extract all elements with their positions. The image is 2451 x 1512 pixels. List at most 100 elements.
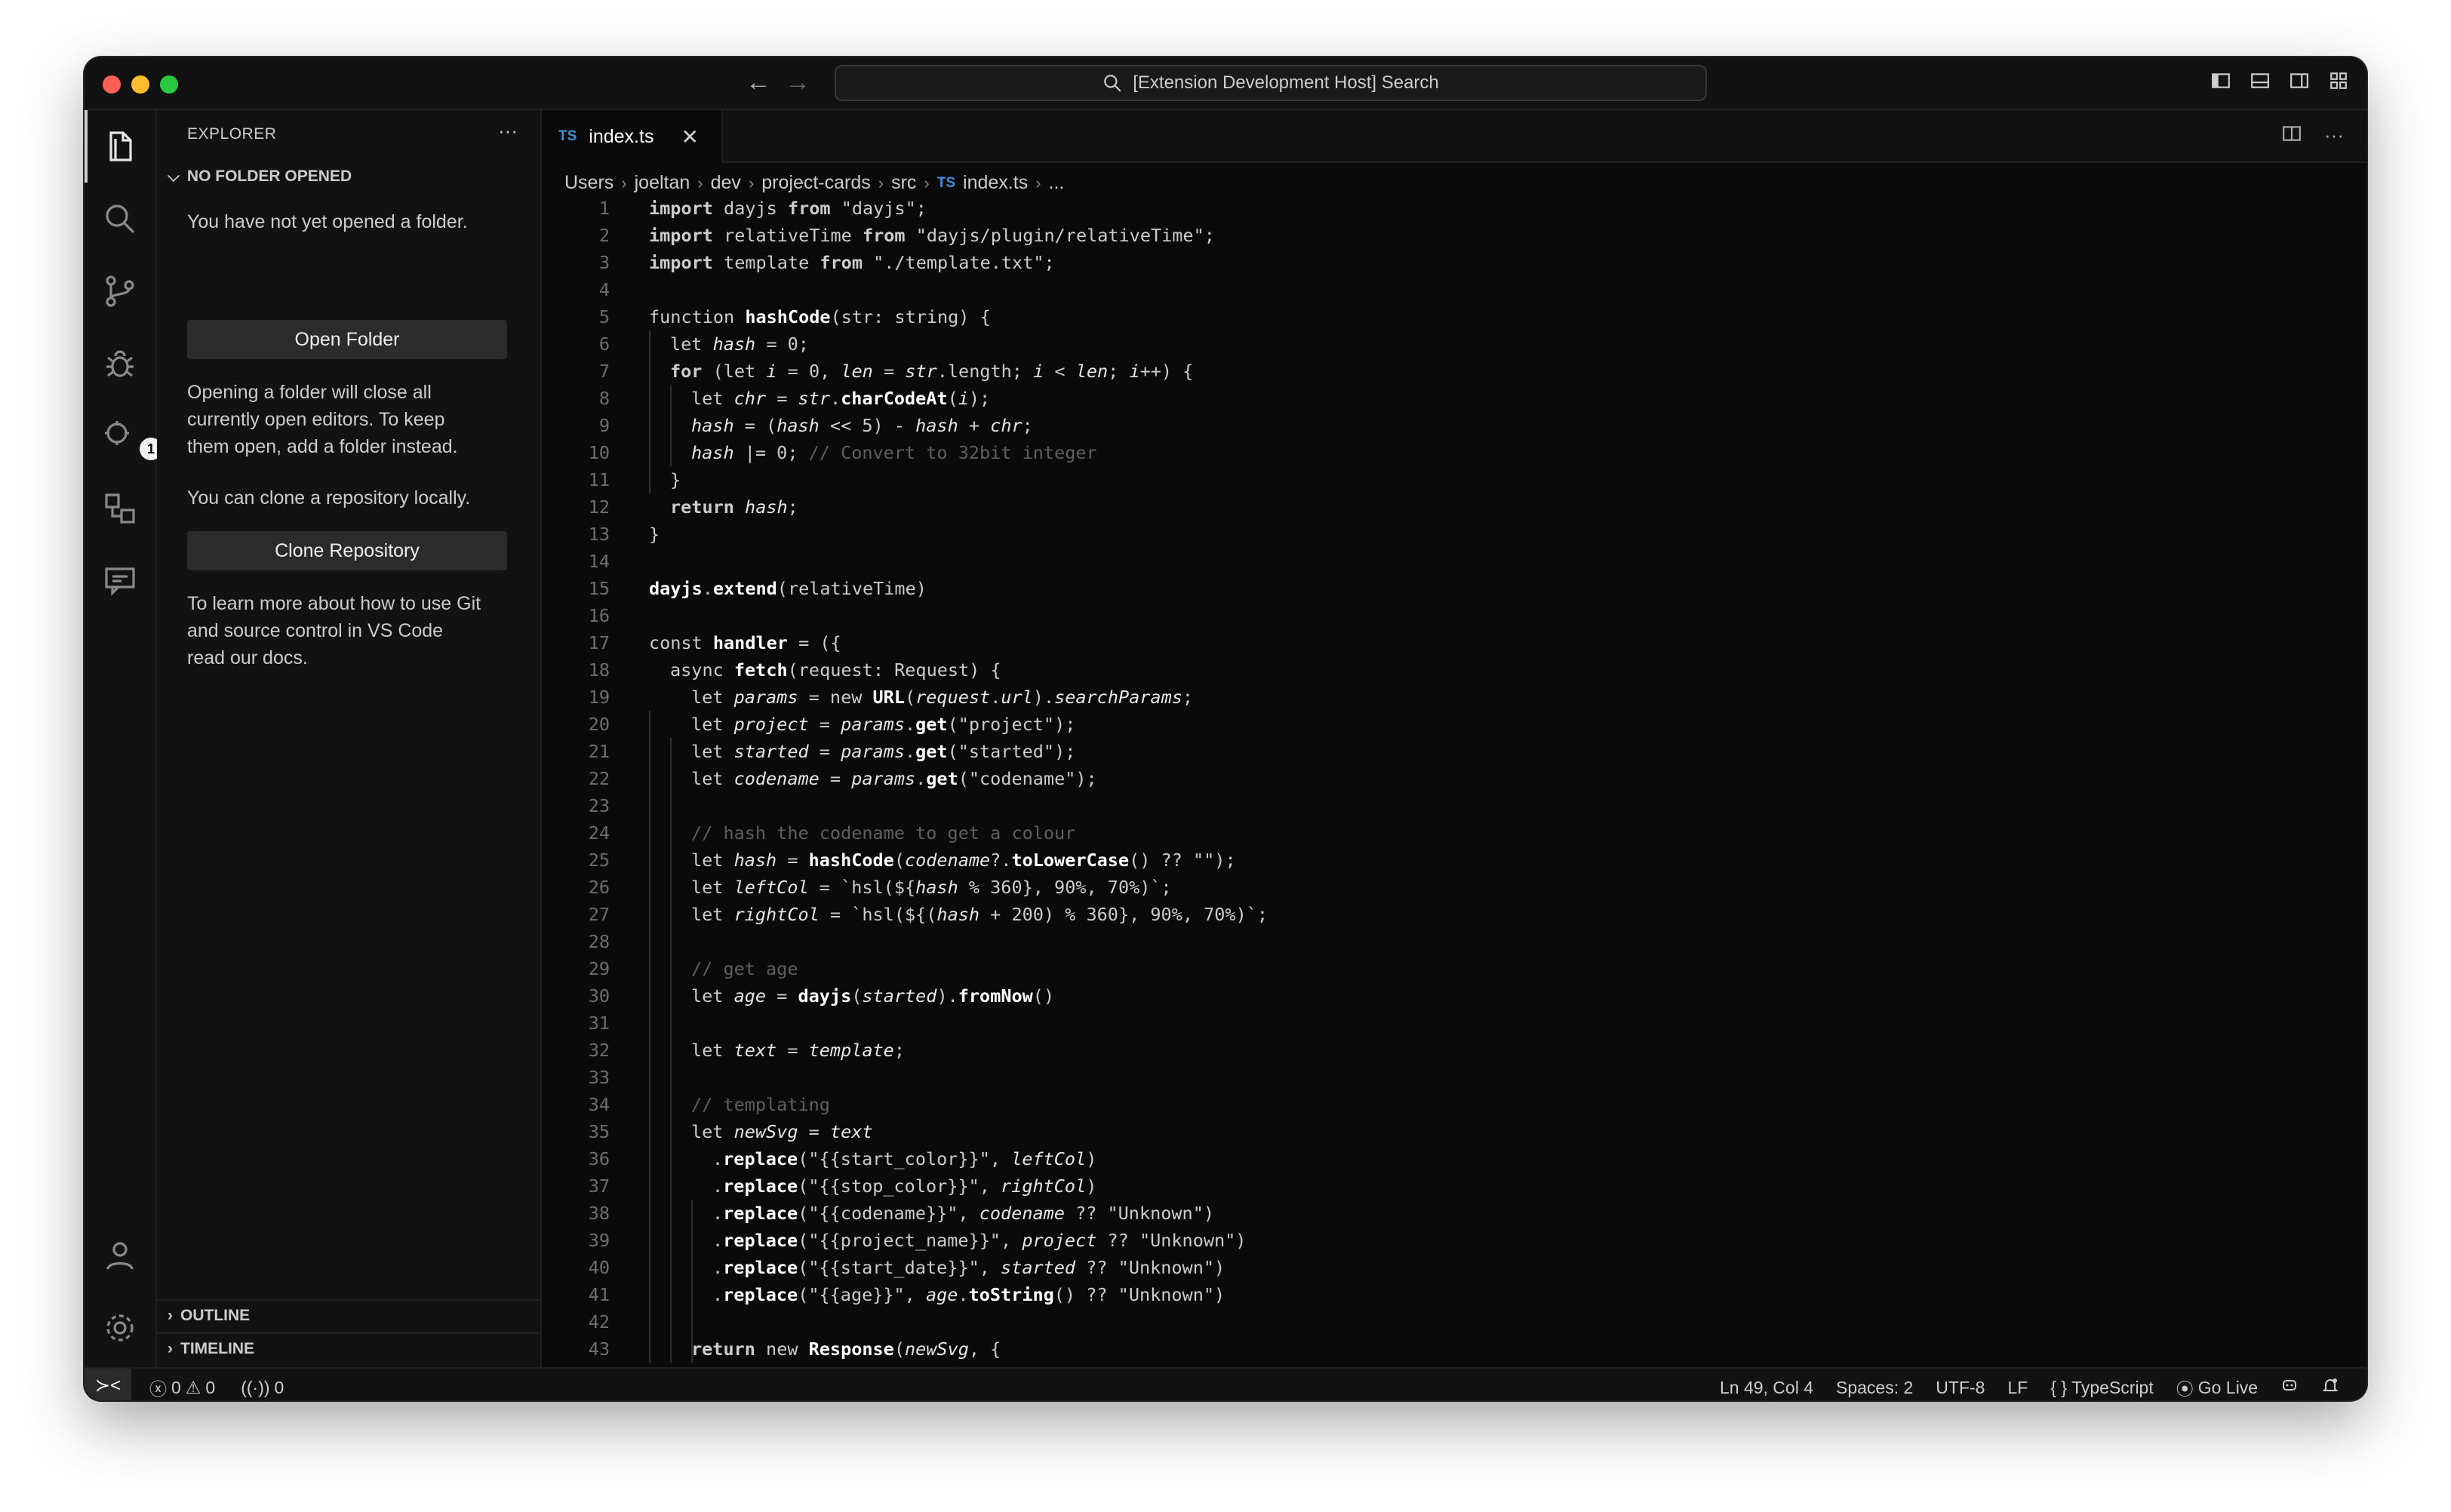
code-line: 10 hash |= 0; // Convert to 32bit integer xyxy=(588,442,1097,463)
run-and-debug-icon[interactable] xyxy=(102,346,138,382)
typescript-file-icon: TS xyxy=(936,174,956,191)
code-line: 14 xyxy=(588,551,610,572)
extensions-icon[interactable]: 1 xyxy=(102,418,162,460)
timeline-section[interactable]: › TIMELINE xyxy=(157,1332,540,1364)
more-actions-icon[interactable]: ··· xyxy=(498,119,518,143)
code-line: 24// hash the codename to get a colour xyxy=(588,822,1076,844)
customize-layout-icon[interactable] xyxy=(2329,71,2348,91)
code-line: 3 import template from "./template.txt"; xyxy=(598,252,1055,273)
code-line: 42 xyxy=(588,1311,610,1332)
code-line: 5 function hashCode(str: string) { xyxy=(598,306,991,327)
window-minimize-button[interactable] xyxy=(131,75,149,94)
comments-icon[interactable] xyxy=(102,563,138,599)
code-line: 30 let age = dayjs(started).fromNow() xyxy=(588,985,1055,1006)
toggle-primary-sidebar-icon[interactable] xyxy=(2211,71,2231,91)
go-live-button[interactable]: ⦿ Go Live xyxy=(2176,1375,2258,1400)
outline-section[interactable]: › OUTLINE xyxy=(157,1299,540,1331)
ports-indicator[interactable]: ((·)) 0 xyxy=(241,1378,284,1398)
code-line: 28 xyxy=(588,931,610,952)
remote-indicator[interactable]: ≻< xyxy=(85,1369,131,1400)
broadcast-icon: ((·)) xyxy=(241,1377,270,1397)
broadcast-icon: ⦿ xyxy=(2176,1379,2194,1399)
notifications-bell-icon[interactable] xyxy=(2321,1376,2339,1399)
breadcrumb-item[interactable]: project-cards xyxy=(761,172,871,194)
code-line: 7 for (let i = 0, len = str.length; i < l… xyxy=(598,361,1194,382)
indentation[interactable]: Spaces: 2 xyxy=(1836,1378,1913,1398)
chevron-right-icon: › xyxy=(878,173,884,192)
code-line: 29// get age xyxy=(588,958,798,979)
code-line: 25 let hash = hashCode(codename?.toLowerC… xyxy=(588,850,1236,871)
code-line: 15 dayjs.extend(relativeTime) xyxy=(588,578,927,599)
code-line: 11} xyxy=(588,469,681,490)
code-line: 23 xyxy=(588,795,610,816)
window-maximize-button[interactable] xyxy=(160,75,178,94)
sidebar-title: EXPLORER xyxy=(187,125,277,143)
breadcrumb-item[interactable]: dev xyxy=(711,172,741,194)
code-line: 22 let codename = params.get("codename"); xyxy=(588,768,1097,789)
breadcrumb-item[interactable]: Users xyxy=(564,172,614,194)
tab-index-ts[interactable]: TS index.ts ✕ xyxy=(542,110,723,163)
clone-message: You can clone a repository locally. xyxy=(187,487,471,509)
cursor-position[interactable]: Ln 49, Col 4 xyxy=(1720,1378,1813,1398)
code-line: 38 .replace("{{codename}}", codename ?? "… xyxy=(588,1203,1214,1224)
close-tab-icon[interactable]: ✕ xyxy=(681,124,698,149)
no-folder-section-header[interactable]: ⌵ NO FOLDER OPENED xyxy=(168,167,352,186)
breadcrumb-item[interactable]: joeltan xyxy=(635,172,690,194)
code-line: 27 let rightCol = `hsl(${(hash + 200) % 3… xyxy=(588,904,1269,925)
code-line: 12 return hash; xyxy=(588,496,798,518)
title-bar: ← → [Extension Development Host] Search xyxy=(85,57,2366,110)
code-line: 17 const handler = ({ xyxy=(588,632,841,653)
remote-icon: ≻< xyxy=(94,1375,121,1396)
chevron-right-icon: › xyxy=(168,1307,173,1324)
explorer-sidebar: EXPLORER ··· ⌵ NO FOLDER OPENED You have… xyxy=(157,110,542,1367)
editor-more-actions-icon[interactable]: ··· xyxy=(2324,124,2344,149)
code-line: 32 let text = template; xyxy=(588,1040,905,1061)
code-line: 1 import dayjs from "dayjs"; xyxy=(598,198,927,219)
search-icon[interactable] xyxy=(102,201,138,237)
chevron-right-icon: › xyxy=(924,173,930,192)
no-folder-label: NO FOLDER OPENED xyxy=(186,167,352,185)
code-line: 35 let newSvg = text xyxy=(588,1121,873,1142)
open-folder-button[interactable]: Open Folder xyxy=(187,320,507,359)
manage-gear-icon[interactable] xyxy=(102,1310,138,1346)
language-mode[interactable]: { } TypeScript xyxy=(2050,1378,2153,1398)
chevron-down-icon: ⌵ xyxy=(168,167,180,185)
problems-indicator[interactable]: ⓧ 0 ⚠ 0 xyxy=(149,1375,215,1400)
toggle-panel-icon[interactable] xyxy=(2250,71,2270,91)
code-line: 4 xyxy=(598,279,610,300)
code-line: 8 let chr = str.charCodeAt(i); xyxy=(598,388,991,409)
clone-repository-button[interactable]: Clone Repository xyxy=(187,531,507,570)
code-line: 13} xyxy=(588,524,660,545)
encoding[interactable]: UTF-8 xyxy=(1936,1378,1985,1398)
code-line: 16 xyxy=(588,605,610,626)
code-line: 19 let params = new URL(request.url).sear… xyxy=(588,687,1194,708)
code-line: 26 let leftCol = `hsl(${hash % 360}, 90%,… xyxy=(588,877,1172,898)
window-close-button[interactable] xyxy=(103,75,121,94)
breadcrumb-file[interactable]: index.ts xyxy=(963,172,1028,194)
breadcrumb-item[interactable]: src xyxy=(891,172,916,194)
source-control-icon[interactable] xyxy=(102,273,138,309)
go-back-icon[interactable]: ← xyxy=(746,68,771,97)
close-editors-message: Opening a folder will close all currentl… xyxy=(187,382,458,457)
copilot-icon[interactable] xyxy=(2280,1376,2299,1399)
remote-explorer-icon[interactable] xyxy=(102,490,138,527)
chevron-right-icon: › xyxy=(697,173,703,192)
split-editor-icon[interactable] xyxy=(2282,124,2302,149)
no-folder-message: You have not yet opened a folder. xyxy=(187,211,468,232)
code-line: 9 hash = (hash << 5) - hash + chr; xyxy=(598,415,1033,436)
code-line: 20 let project = params.get("project"); xyxy=(588,714,1076,735)
accounts-icon[interactable] xyxy=(102,1237,138,1274)
code-line: 21 let started = params.get("started"); xyxy=(588,741,1076,762)
breadcrumb-symbols[interactable]: ... xyxy=(1049,172,1065,194)
command-center-search[interactable]: [Extension Development Host] Search xyxy=(835,65,1707,101)
breadcrumb: Users › joeltan › dev › project-cards › … xyxy=(564,172,1064,194)
warning-icon: ⚠ xyxy=(185,1377,201,1397)
explorer-icon[interactable] xyxy=(102,128,138,164)
code-line: 18 async fetch(request: Request) { xyxy=(588,659,1001,681)
go-forward-icon[interactable]: → xyxy=(785,68,810,97)
code-line: 6 let hash = 0; xyxy=(598,333,809,355)
toggle-secondary-sidebar-icon[interactable] xyxy=(2290,71,2309,91)
end-of-line[interactable]: LF xyxy=(2007,1378,2028,1398)
chevron-right-icon: › xyxy=(748,173,755,192)
code-line: 2 import relativeTime from "dayjs/plugin/… xyxy=(598,225,1215,246)
